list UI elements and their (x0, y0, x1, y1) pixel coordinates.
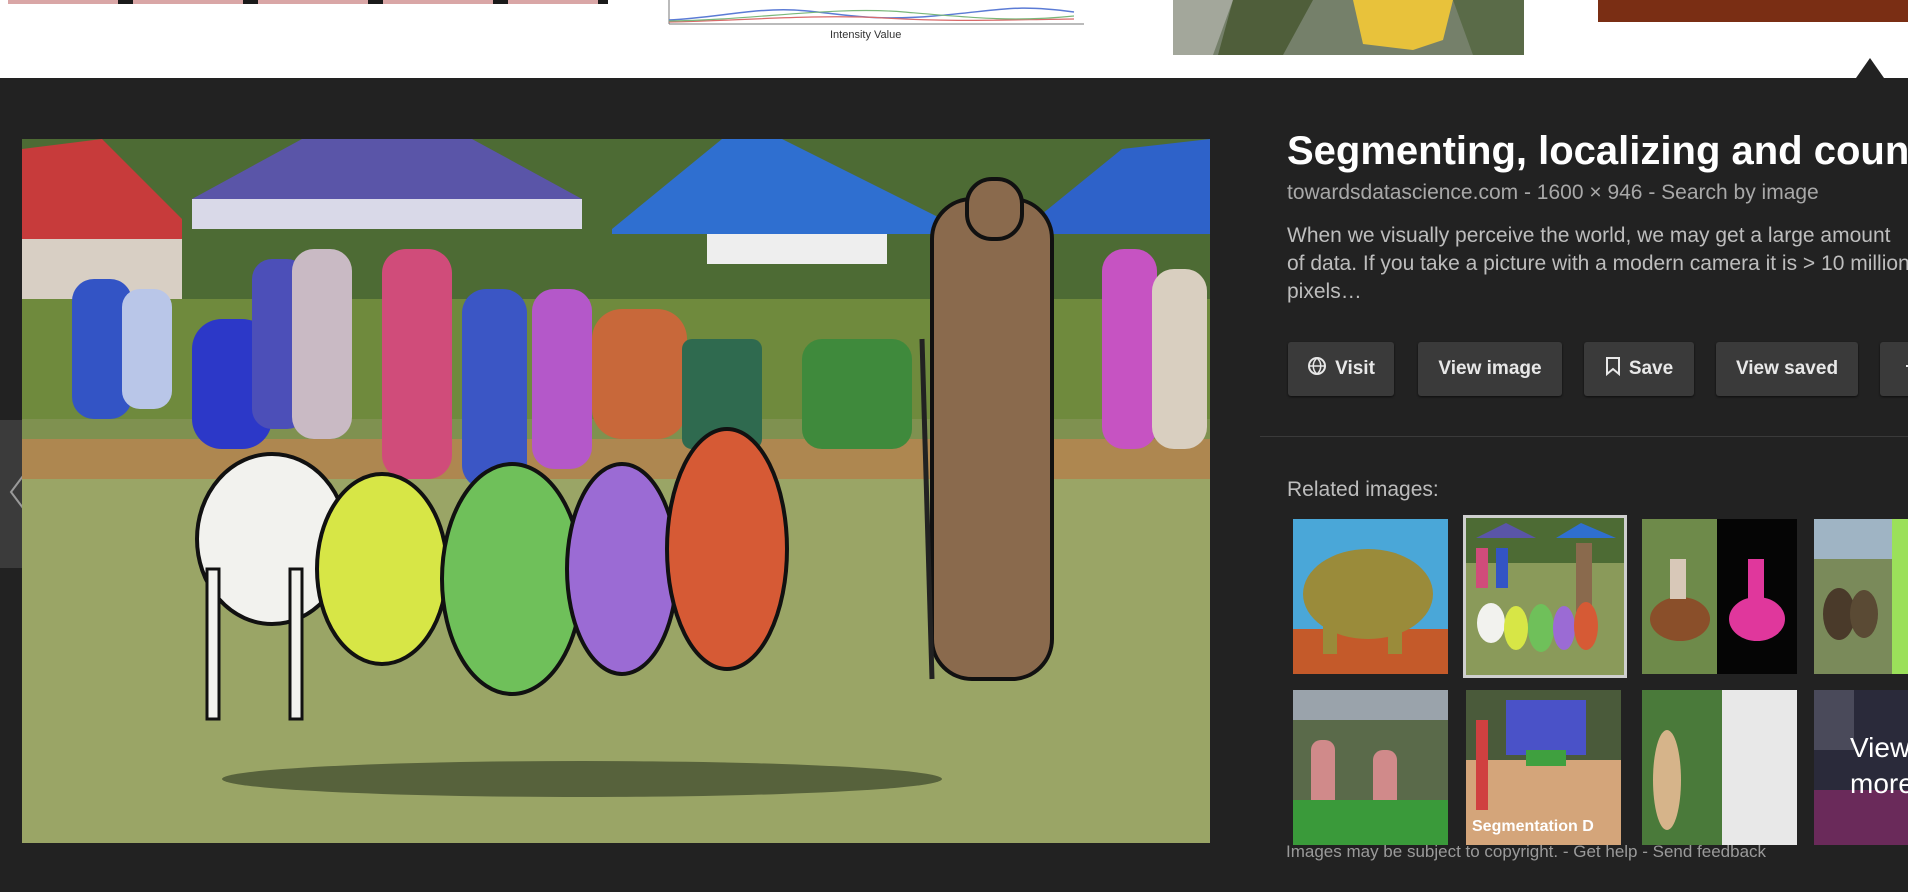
meta-separator: - (1518, 181, 1537, 204)
related-image-bears[interactable] (1814, 519, 1908, 674)
related-image-dog[interactable] (1642, 690, 1797, 845)
panel-pointer (1856, 58, 1884, 78)
histogram-axis-label: Intensity Value (830, 29, 902, 41)
view-image-button[interactable]: View image (1418, 342, 1562, 396)
search-by-image-link[interactable]: Search by image (1661, 181, 1819, 204)
related-images-heading: Related images: (1287, 478, 1439, 501)
related-image-segmentation-selected[interactable] (1463, 515, 1627, 678)
result-title[interactable]: Segmenting, localizing and counting obje… (1287, 129, 1908, 174)
image-dimensions: 1600 × 946 (1536, 181, 1643, 204)
related-image-segmentation-dataset[interactable]: Segmentation D (1466, 690, 1621, 845)
description-line: When we visually perceive the world, we … (1287, 224, 1891, 247)
copyright-notice: Images may be subject to copyright. (1286, 842, 1559, 861)
related-image-elephant[interactable] (1293, 519, 1448, 674)
result-meta: towardsdatascience.com - 1600 × 946 - Se… (1287, 181, 1819, 205)
visit-label: Visit (1335, 358, 1375, 379)
save-button[interactable]: Save (1584, 342, 1694, 396)
share-icon (1900, 356, 1908, 382)
visit-button[interactable]: Visit (1288, 342, 1394, 396)
view-image-label: View image (1438, 358, 1542, 379)
section-divider (1260, 436, 1908, 437)
meta-separator: - (1642, 181, 1662, 204)
view-more-related-button[interactable]: View more (1814, 690, 1908, 845)
bookmark-icon (1605, 356, 1621, 382)
details-pane: Segmenting, localizing and counting obje… (1260, 78, 1908, 892)
related-image-horse-rider[interactable] (1642, 519, 1797, 674)
result-thumbnail-film[interactable] (8, 0, 608, 4)
description-line: pixels… (1287, 280, 1362, 303)
result-description: When we visually perceive the world, we … (1287, 222, 1908, 306)
preview-image[interactable] (22, 139, 1210, 843)
get-help-link[interactable]: Get help (1573, 842, 1637, 861)
view-more-line: more (1850, 768, 1908, 799)
result-thumbnail-fire[interactable] (1598, 0, 1908, 22)
send-feedback-link[interactable]: Send feedback (1653, 842, 1766, 861)
footer-separator: - (1637, 842, 1653, 861)
footer-separator: - (1558, 842, 1574, 861)
footer-notice: Images may be subject to copyright. - Ge… (1286, 842, 1766, 862)
results-strip: Intensity Value (0, 0, 1908, 78)
view-more-line: View (1850, 732, 1908, 763)
result-thumbnail-segmentation[interactable] (1173, 0, 1524, 55)
view-saved-label: View saved (1735, 358, 1839, 379)
save-label: Save (1628, 358, 1674, 379)
source-domain-link[interactable]: towardsdatascience.com (1287, 181, 1518, 204)
view-saved-button[interactable]: View saved (1716, 342, 1858, 396)
related-image-caption: Segmentation D (1472, 818, 1594, 835)
related-image-garden-figures[interactable] (1293, 690, 1448, 845)
share-button[interactable] (1880, 342, 1908, 396)
description-line: of data. If you take a picture with a mo… (1287, 252, 1908, 275)
view-more-label: View more (1850, 730, 1908, 802)
globe-icon (1307, 356, 1327, 382)
